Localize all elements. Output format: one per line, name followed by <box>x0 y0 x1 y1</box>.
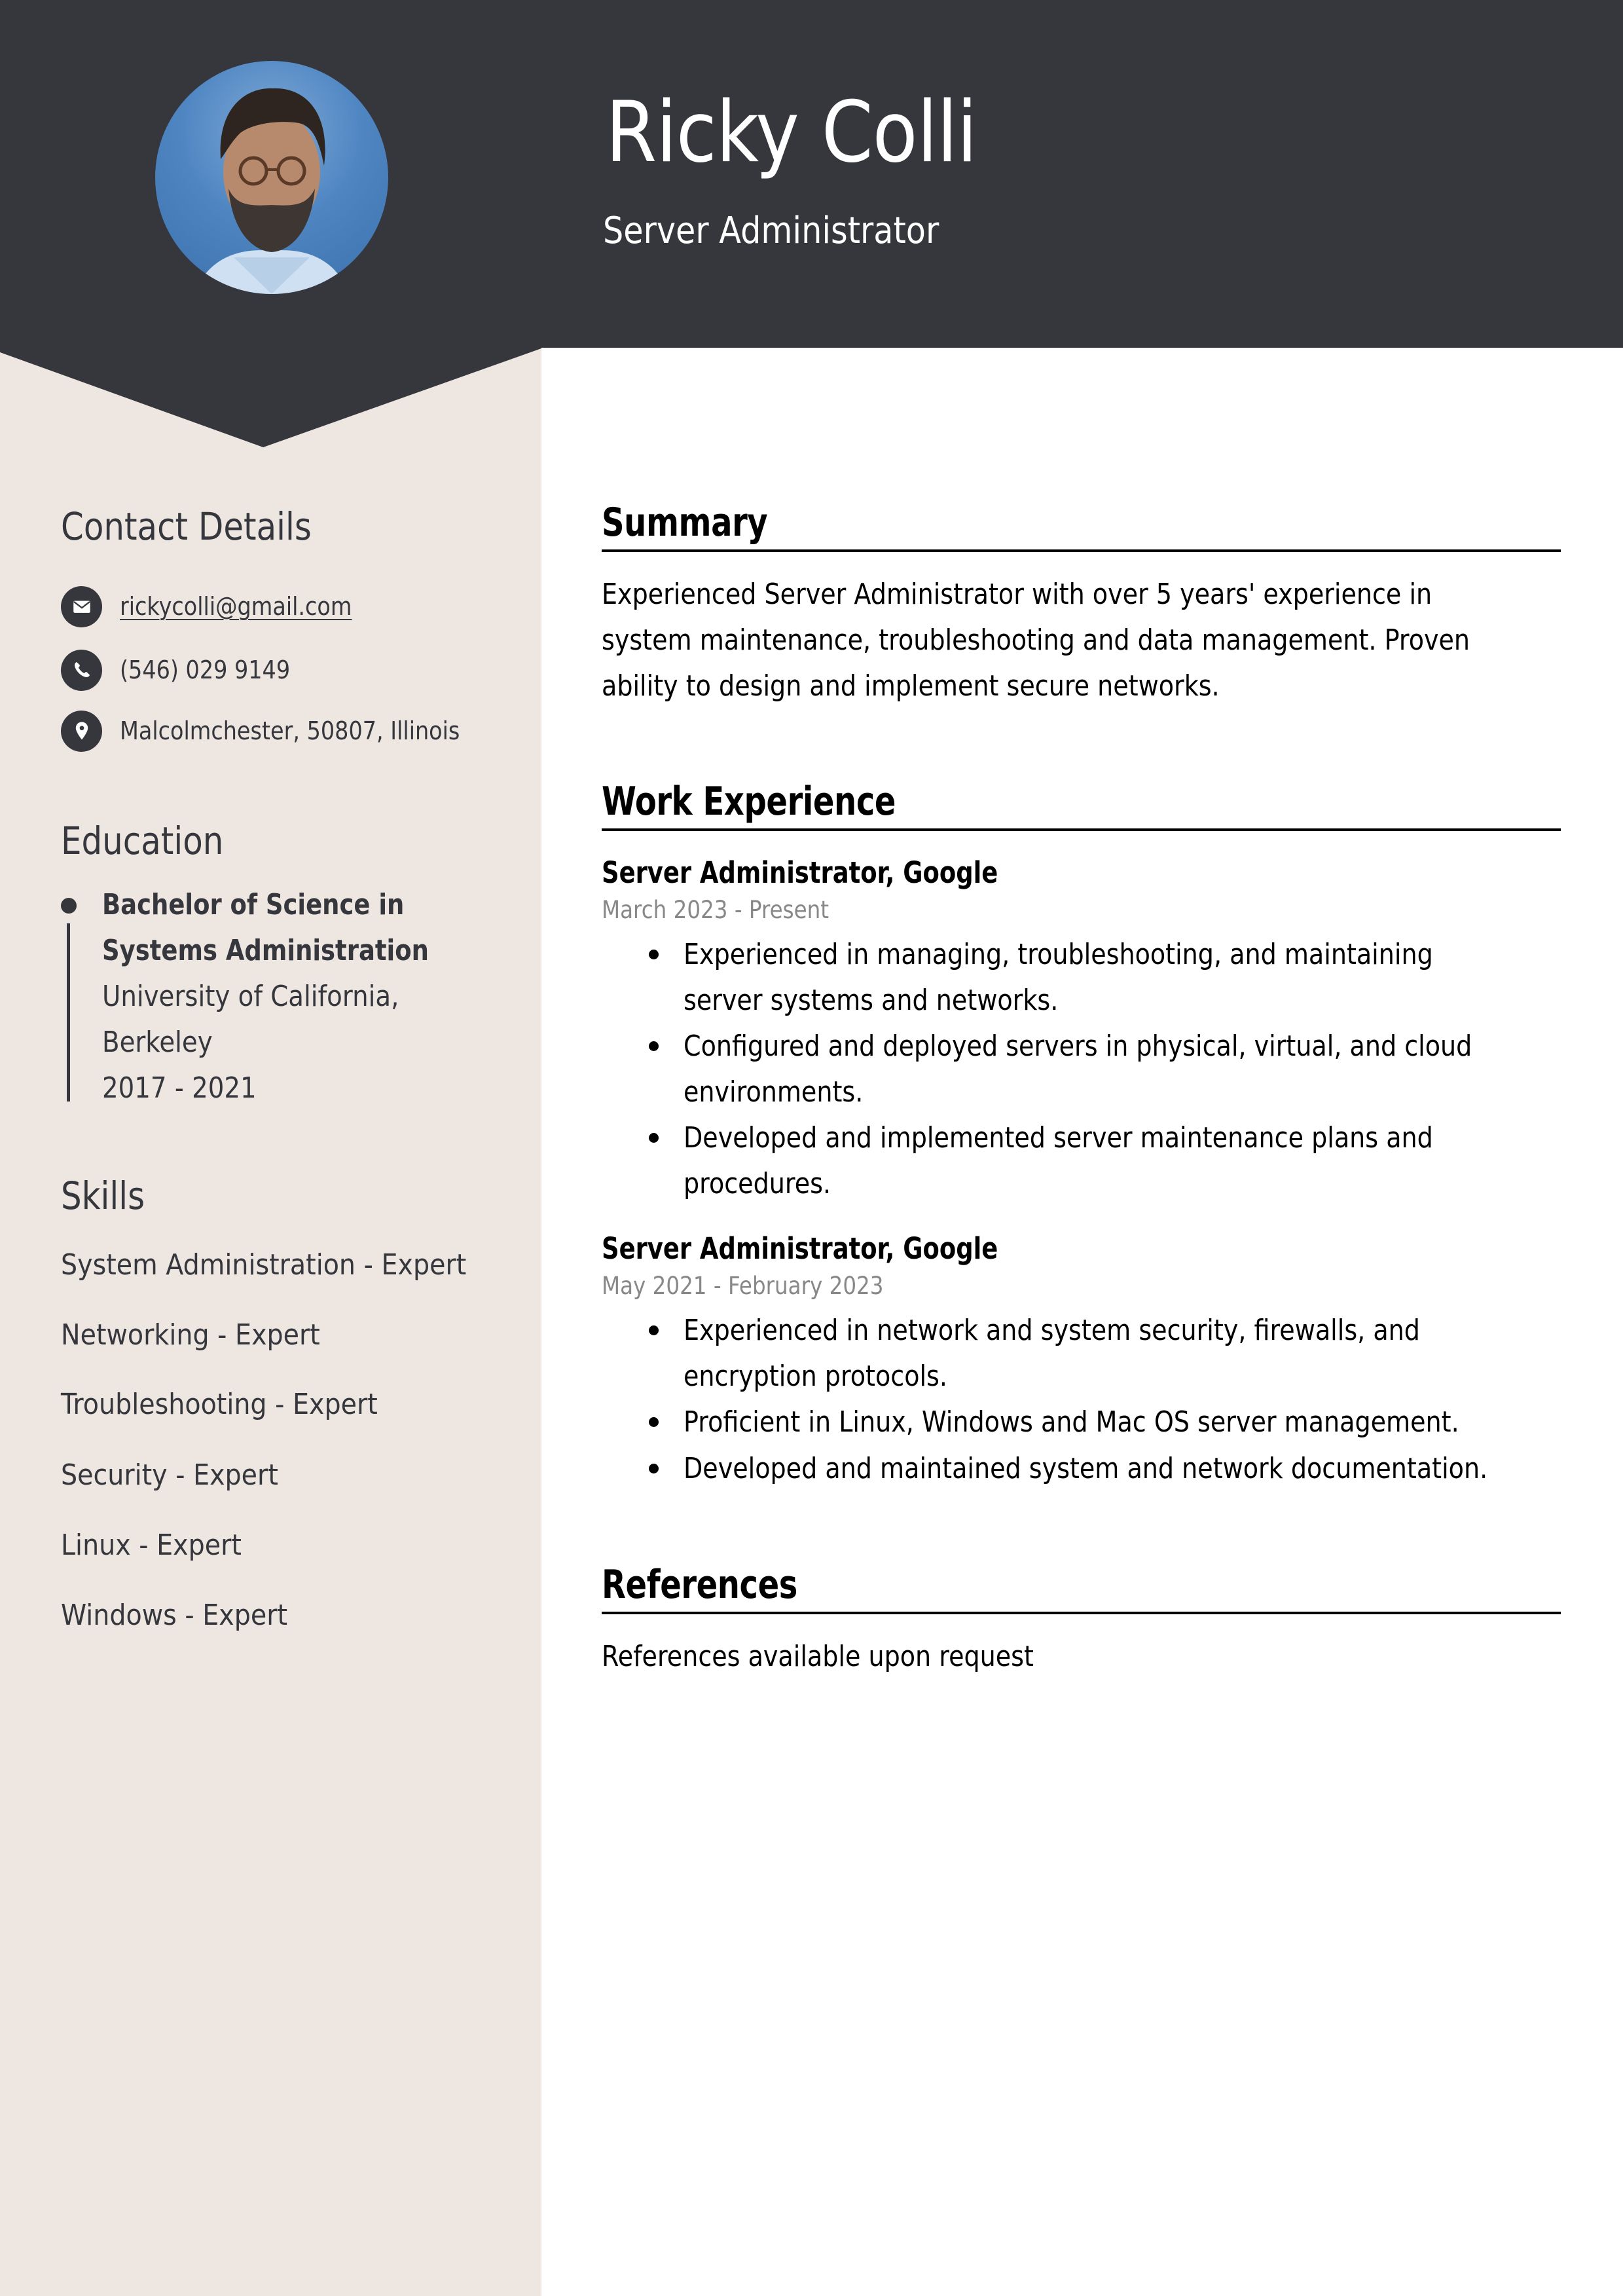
bullet-icon <box>649 1464 659 1473</box>
timeline-line <box>67 923 70 1102</box>
bullet-icon <box>649 1417 659 1427</box>
contact-location: Malcolmchester, 50807, Illinois <box>61 710 506 752</box>
job-dates: May 2021 - February 2023 <box>602 1272 884 1300</box>
contact-email[interactable]: rickycolli@gmail.com <box>61 585 384 627</box>
references-text: References available upon request <box>602 1640 1034 1673</box>
summary-line-2: system maintenance, troubleshooting and … <box>602 623 1470 657</box>
avatar <box>155 61 388 294</box>
work-experience-heading: Work Experience <box>602 779 896 824</box>
chevron-shape <box>0 347 541 447</box>
summary-divider <box>602 549 1561 552</box>
phone-number: (546) 029 9149 <box>120 656 291 684</box>
references-heading: References <box>602 1562 797 1608</box>
job-bullet-line: Developed and maintained system and netw… <box>684 1452 1488 1485</box>
school-line-2: Berkeley <box>102 1026 213 1059</box>
bullet-icon <box>649 1041 659 1051</box>
job-bullet-line: server systems and networks. <box>684 984 1059 1017</box>
candidate-name: Ricky Colli <box>606 84 977 181</box>
skill-item: Windows - Expert <box>61 1599 288 1632</box>
email-link[interactable]: rickycolli@gmail.com <box>120 592 352 621</box>
skill-item: Security - Expert <box>61 1458 278 1492</box>
resume-page: Ricky Colli Server Administrator Contact… <box>0 0 1623 2296</box>
summary-line-1: Experienced Server Administrator with ov… <box>602 578 1432 611</box>
header-chevron <box>0 347 541 447</box>
job-bullet-line: environments. <box>684 1075 864 1109</box>
work-experience-divider <box>602 828 1561 831</box>
bullet-icon <box>649 950 659 959</box>
education-heading: Education <box>61 819 224 863</box>
degree-line-2: Systems Administration <box>102 934 429 967</box>
degree-line-1: Bachelor of Science in <box>102 888 405 921</box>
candidate-title: Server Administrator <box>603 210 939 252</box>
job-bullet-line: Experienced in managing, troubleshooting… <box>684 938 1433 971</box>
job-bullet-line: Configured and deployed servers in physi… <box>684 1029 1472 1063</box>
summary-heading: Summary <box>602 500 768 546</box>
timeline-dot <box>61 898 77 914</box>
envelope-icon <box>61 585 102 627</box>
job-title: Server Administrator, Google <box>602 855 998 890</box>
phone-icon <box>61 649 102 691</box>
location-text: Malcolmchester, 50807, Illinois <box>120 716 460 745</box>
references-divider <box>602 1612 1561 1614</box>
education-years: 2017 - 2021 <box>102 1071 257 1105</box>
skills-heading: Skills <box>61 1174 145 1218</box>
job-dates: March 2023 - Present <box>602 896 830 924</box>
skill-item: Networking - Expert <box>61 1318 320 1352</box>
school-line-1: University of California, <box>102 980 399 1013</box>
skill-item: Linux - Expert <box>61 1528 242 1562</box>
job-bullet-line: encryption protocols. <box>684 1360 947 1393</box>
job-bullet-line: procedures. <box>684 1167 831 1200</box>
summary-line-3: ability to design and implement secure n… <box>602 669 1220 703</box>
contact-phone: (546) 029 9149 <box>61 649 314 691</box>
profile-photo <box>194 88 349 294</box>
location-pin-icon <box>61 710 102 752</box>
contact-details-heading: Contact Details <box>61 504 312 549</box>
job-bullet-line: Developed and implemented server mainten… <box>684 1121 1433 1155</box>
skill-item: System Administration - Expert <box>61 1248 467 1282</box>
bullet-icon <box>649 1133 659 1143</box>
job-bullet-line: Proficient in Linux, Windows and Mac OS … <box>684 1405 1459 1439</box>
job-title: Server Administrator, Google <box>602 1231 998 1266</box>
skill-item: Troubleshooting - Expert <box>61 1388 378 1421</box>
bullet-icon <box>649 1325 659 1335</box>
job-bullet-line: Experienced in network and system securi… <box>684 1314 1420 1347</box>
